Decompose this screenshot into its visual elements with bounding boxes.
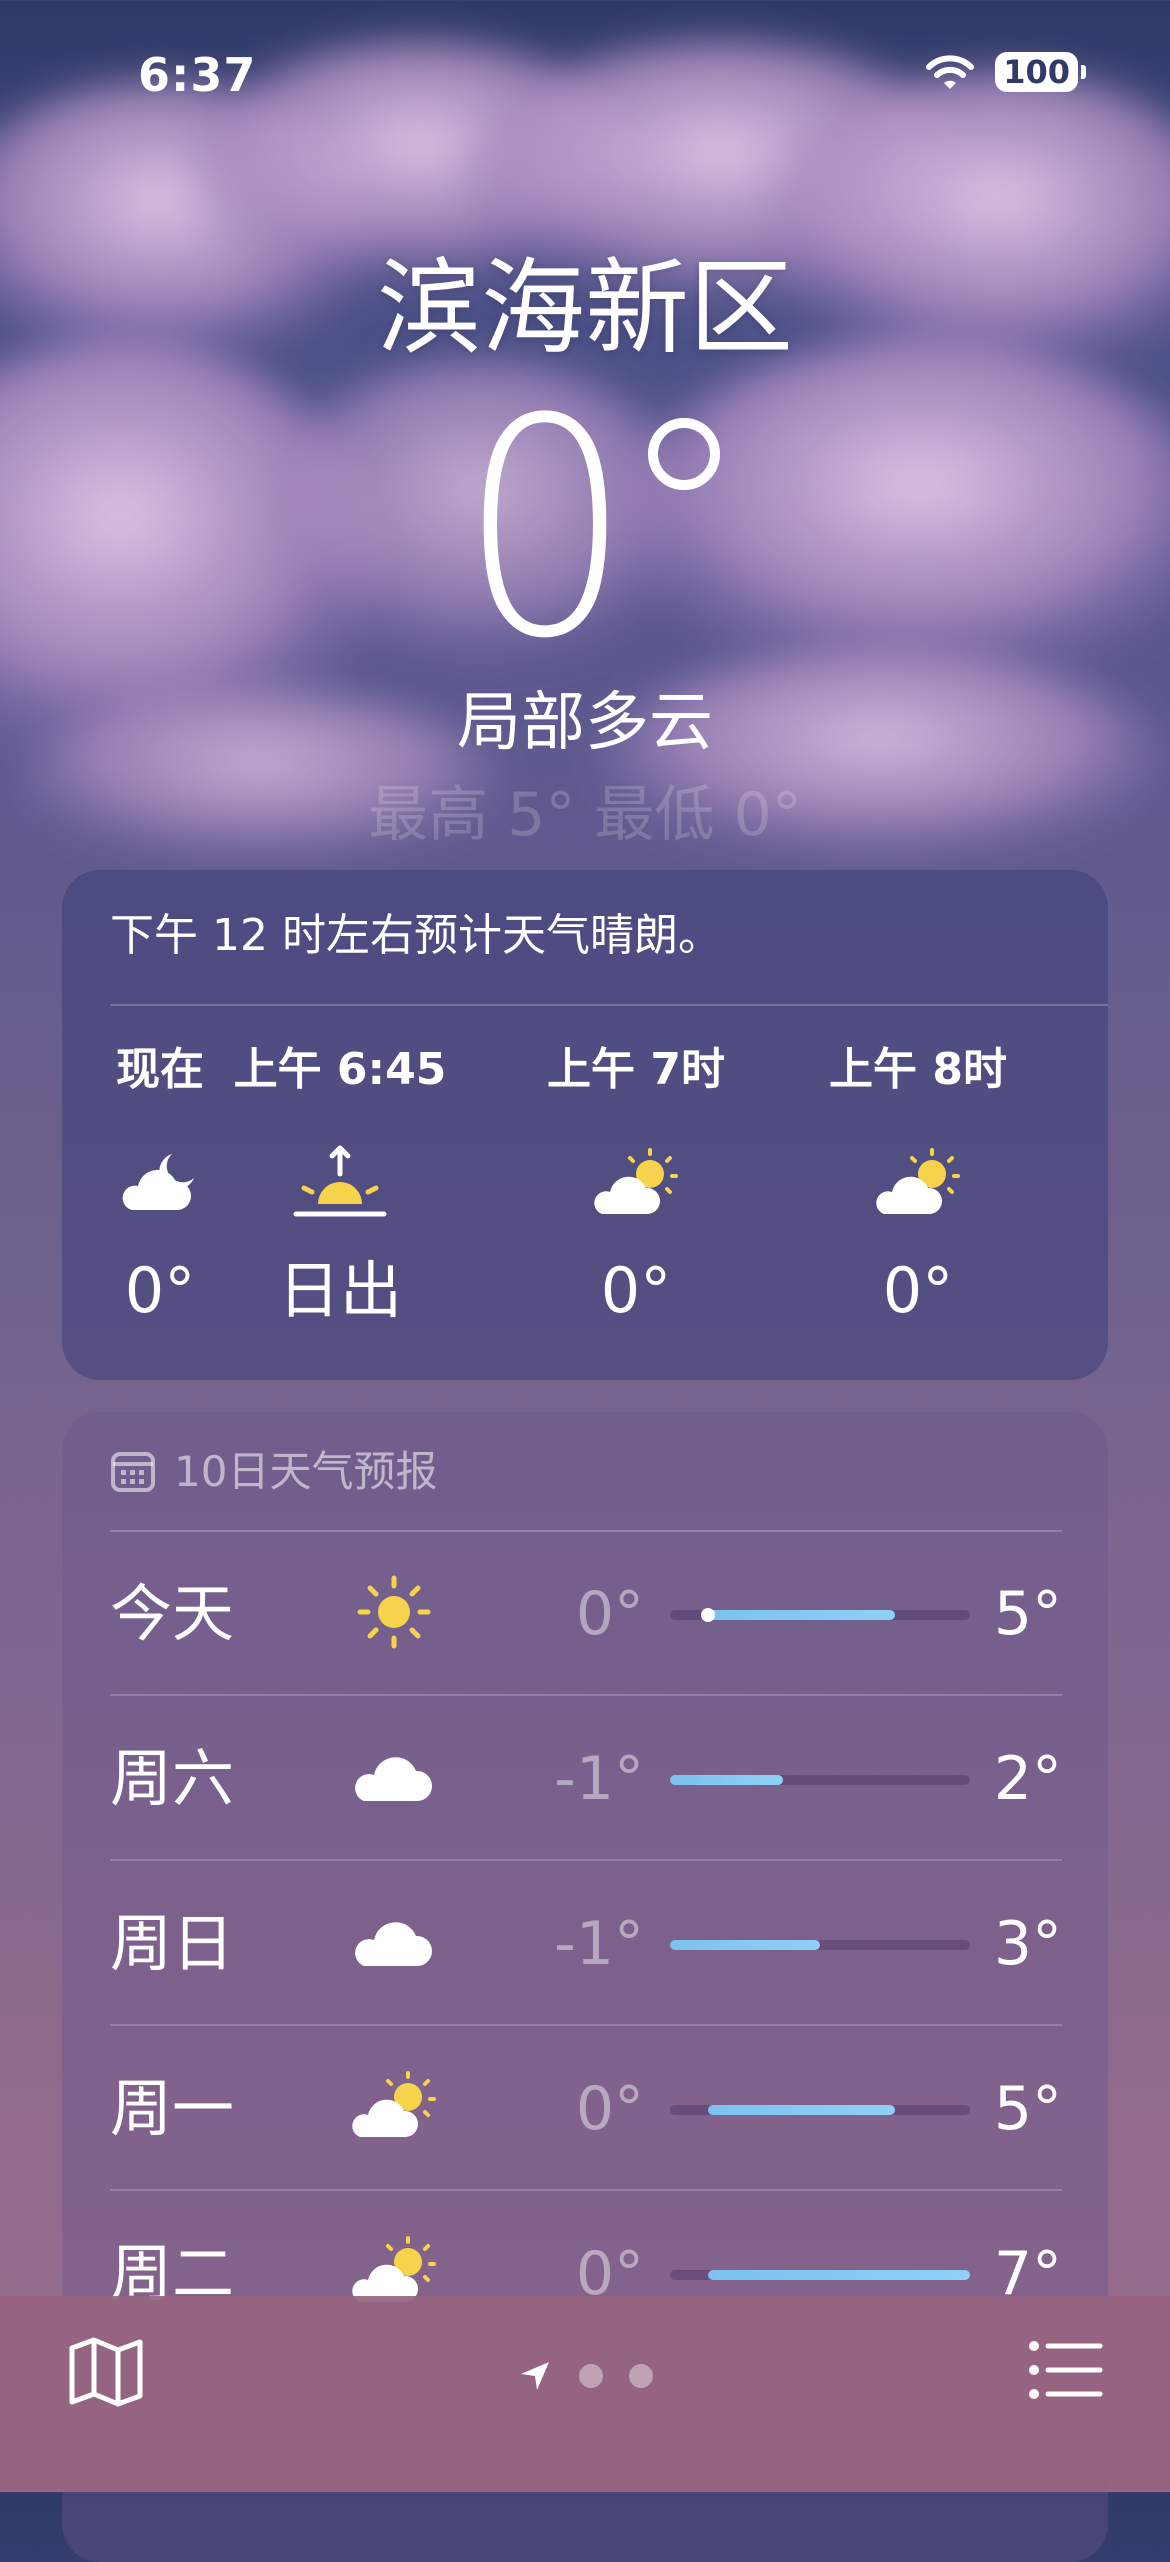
cloud-icon [355,1757,433,1801]
battery-level: 100 [995,52,1078,92]
bottom-toolbar [0,2296,1170,2492]
battery-icon: 100 [995,52,1086,92]
current-condition: 局部多云 [457,686,713,760]
cloud-sun-icon [876,1148,960,1214]
divider [110,1004,1108,1006]
day-high: 5° [993,1579,1062,1649]
sun-icon [357,1575,431,1649]
temperature-range-bar [670,1775,970,1785]
day-high: 5° [993,2074,1062,2144]
page-dot[interactable] [629,2364,653,2388]
day-low: 0° [575,2074,644,2144]
current-temperature-value: 0 [459,355,631,704]
hourly-summary: 下午 12 时左右预计天气晴朗。 [110,910,722,961]
current-temperature: 0 [0,380,1170,680]
hour-label: 上午 8时 [829,1044,1007,1095]
hour-value: 日出 [277,1254,402,1327]
day-name: 今天 [110,1577,235,1650]
temperature-range-fill [707,1610,895,1620]
high-low-summary: 最高 5° 最低 0° [368,780,802,850]
location-arrow-icon[interactable] [517,2358,553,2394]
temperature-range-fill [707,2270,970,2280]
day-low: -1° [554,1909,644,1979]
day-name: 周一 [110,2072,235,2145]
day-low: -1° [554,1744,644,1814]
hour-item: 上午 6:45 日出 [210,1040,470,1328]
hour-label: 上午 7时 [547,1044,725,1095]
cloud-sun-icon [594,1148,678,1214]
temperature-range-bar [670,2270,970,2280]
divider [110,2024,1062,2026]
forecast-header: 10日天气预报 [110,1442,437,1502]
page-indicator[interactable] [0,2358,1170,2394]
hourly-forecast-card[interactable]: 下午 12 时左右预计天气晴朗。 现在 0° 上午 6:45 日出 上午 7时 [62,870,1108,1380]
day-high: 2° [993,1744,1062,1814]
wifi-icon [926,55,975,89]
day-name: 周六 [110,1742,235,1815]
temperature-range-fill [670,1940,820,1950]
forecast-day-row[interactable]: 周六 -1° 2° [110,1697,1062,1861]
hour-item: 上午 8时 0° [788,1040,1048,1328]
hour-label: 上午 6:45 [233,1044,447,1095]
forecast-day-row[interactable]: 周一 0° 5° [110,2027,1062,2191]
page-dot[interactable] [579,2364,603,2388]
divider [110,1694,1062,1696]
degree-icon [648,418,721,490]
hour-item: 上午 7时 0° [506,1040,766,1328]
hour-temperature: 0° [600,1254,672,1327]
temperature-range-bar [670,1940,970,1950]
day-high: 3° [993,1909,1062,1979]
status-indicators: 100 [925,52,1086,92]
hour-temperature: 0° [882,1254,954,1327]
forecast-day-row[interactable]: 周日 -1° 3° [110,1862,1062,2026]
day-low: 0° [575,1579,644,1649]
temperature-range-bar [670,2105,970,2115]
current-temperature-dot [700,1608,715,1622]
temperature-range-fill [670,1775,783,1785]
forecast-title: 10日天气预报 [174,1447,438,1496]
sunrise-icon [293,1145,387,1217]
cloud-moon-icon [122,1154,194,1210]
divider [110,1859,1062,1861]
temperature-range-fill [707,2105,895,2115]
cloud-sun-icon [352,2071,436,2137]
city-name: 滨海新区 [376,247,793,369]
divider [110,2189,1062,2191]
forecast-day-row[interactable]: 今天 0° 5° [110,1532,1062,1696]
temperature-range-bar [670,1608,970,1622]
list-icon[interactable] [1028,2338,1104,2402]
cloud-icon [355,1922,433,1966]
calendar-icon [111,1452,155,1492]
day-name: 周日 [110,1907,235,1980]
status-time: 6:37 [138,48,257,102]
